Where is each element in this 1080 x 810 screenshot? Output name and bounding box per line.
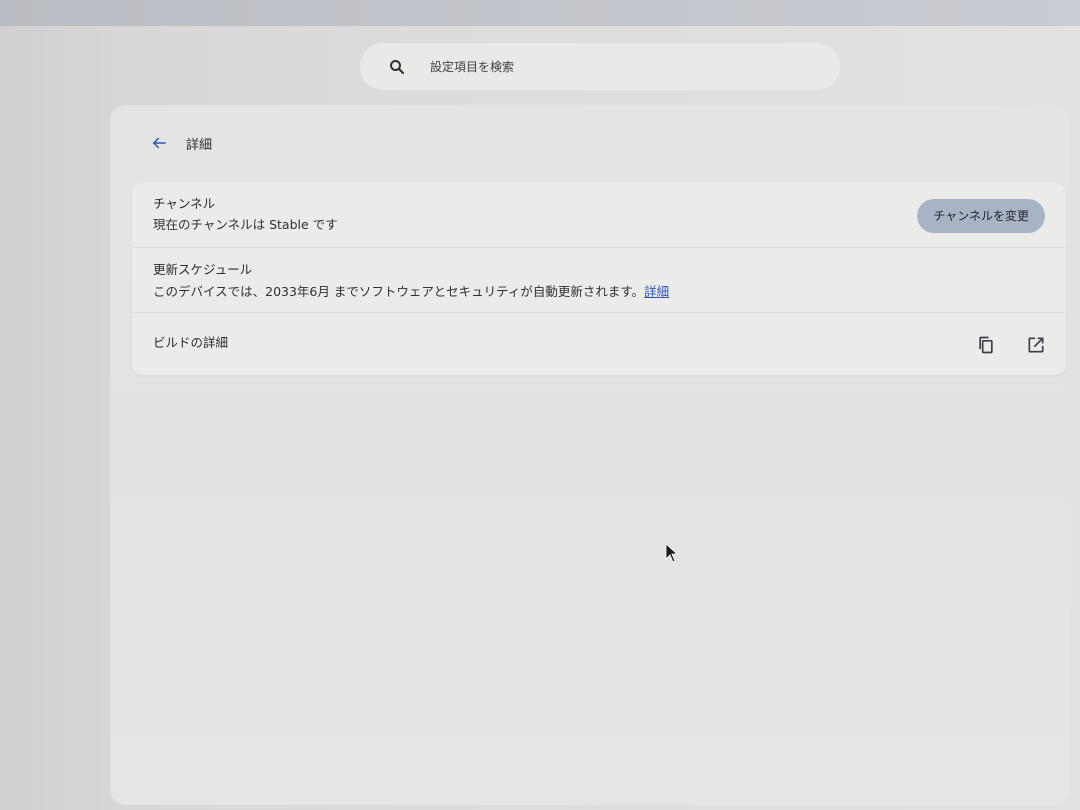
channel-subtitle: 現在のチャンネルは Stable です <box>153 217 338 232</box>
update-schedule-text: このデバイスでは、2033年6月 までソフトウェアとセキュリティが自動更新されま… <box>153 284 645 299</box>
copy-icon[interactable] <box>974 333 998 357</box>
search-input[interactable]: 設定項目を検索 <box>430 58 514 75</box>
mouse-cursor-icon <box>665 543 679 563</box>
build-details-row[interactable]: ビルドの詳細 <box>132 312 1066 375</box>
channel-title: チャンネル <box>153 196 216 211</box>
left-background <box>0 26 110 810</box>
change-channel-button[interactable]: チャンネルを変更 <box>917 199 1045 233</box>
back-arrow-icon[interactable] <box>150 134 168 152</box>
open-in-new-icon[interactable] <box>1024 333 1048 357</box>
panel-header: 詳細 <box>150 128 212 158</box>
search-bar[interactable]: 設定項目を検索 <box>360 43 840 90</box>
update-schedule-subtitle: このデバイスでは、2033年6月 までソフトウェアとセキュリティが自動更新されま… <box>153 281 669 300</box>
update-schedule-row: 更新スケジュール このデバイスでは、2033年6月 までソフトウェアとセキュリテ… <box>132 247 1066 312</box>
update-schedule-title: 更新スケジュール <box>153 262 253 277</box>
details-card: チャンネル 現在のチャンネルは Stable です チャンネルを変更 更新スケジ… <box>132 183 1066 375</box>
top-strip <box>0 0 1080 26</box>
details-link[interactable]: 詳細 <box>644 284 669 299</box>
channel-row: チャンネル 現在のチャンネルは Stable です チャンネルを変更 <box>132 183 1066 247</box>
page-title: 詳細 <box>186 137 213 153</box>
build-details-title: ビルドの詳細 <box>153 335 229 350</box>
search-icon <box>388 58 406 76</box>
